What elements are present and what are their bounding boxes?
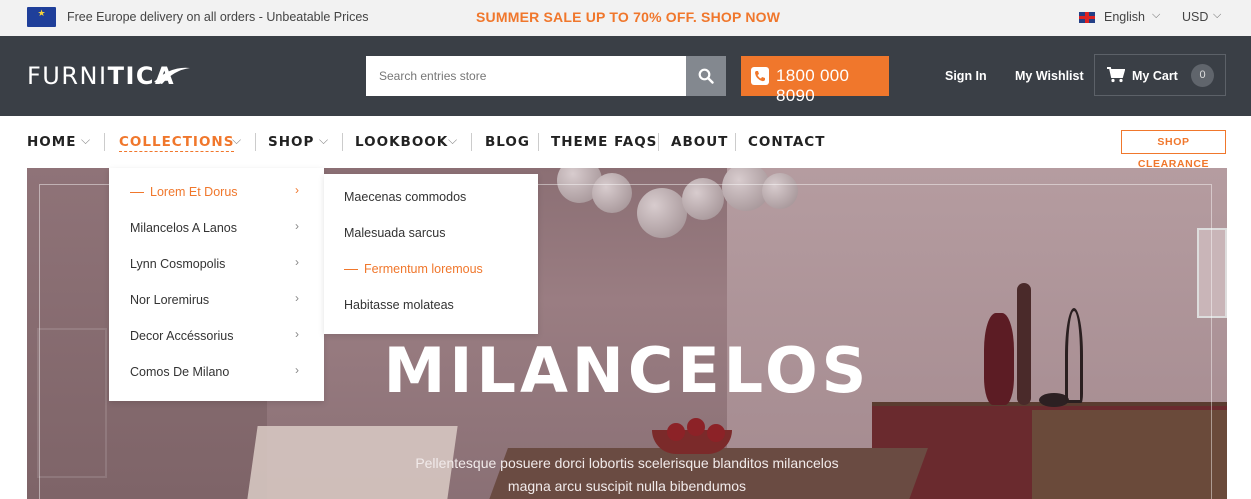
- uk-flag-icon: [1079, 12, 1095, 23]
- chevron-right-icon: ›: [295, 255, 299, 269]
- wishlist-link[interactable]: My Wishlist: [1015, 69, 1084, 83]
- submenu-item-fermentum-loremous[interactable]: Fermentum loremous: [344, 262, 483, 276]
- language-selector[interactable]: English: [1104, 10, 1145, 24]
- phone-icon: [751, 67, 769, 85]
- chevron-right-icon: ›: [295, 219, 299, 233]
- chevron-down-icon: ⌵: [448, 133, 458, 147]
- nav-divider: [471, 133, 472, 151]
- menu-item-label: Lorem Et Dorus: [150, 185, 238, 199]
- nav-item-about[interactable]: ABOUT: [671, 134, 728, 150]
- menu-item-decor-accessorius[interactable]: Decor Accéssorius: [130, 329, 234, 343]
- search-input[interactable]: [366, 56, 686, 96]
- submenu-item-habitasse-molateas[interactable]: Habitasse molateas: [344, 298, 454, 312]
- hero-subtitle-line: Pellentesque posuere dorci lobortis scel…: [415, 455, 839, 471]
- chevron-right-icon: ›: [295, 291, 299, 305]
- sign-in-link[interactable]: Sign In: [945, 69, 987, 83]
- chevron-down-icon: ⌵: [232, 133, 242, 147]
- eu-flag-icon: [27, 7, 56, 27]
- chevron-right-icon: ›: [295, 327, 299, 341]
- menu-item-lorem-et-dorus[interactable]: Lorem Et Dorus: [130, 185, 238, 199]
- nav-item-home[interactable]: HOME: [27, 134, 76, 150]
- nav-item-lookbook[interactable]: LOOKBOOK: [355, 134, 448, 150]
- chevron-down-icon: ⌵: [319, 133, 329, 147]
- nav-item-blog[interactable]: BLOG: [485, 134, 530, 150]
- cart-count-badge: 0: [1191, 64, 1214, 87]
- shop-clearance-button[interactable]: SHOP CLEARANCE: [1121, 130, 1226, 170]
- menu-item-comos-de-milano[interactable]: Comos De Milano: [130, 365, 229, 379]
- logo-text-light: FURNI: [27, 62, 108, 90]
- currency-selector[interactable]: USD: [1182, 10, 1208, 24]
- collections-dropdown: Lorem Et Dorus › Milancelos A Lanos › Ly…: [109, 168, 324, 401]
- chevron-right-icon: ›: [295, 363, 299, 377]
- promo-banner-link[interactable]: SUMMER SALE UP TO 70% OFF. SHOP NOW: [476, 9, 780, 25]
- active-dash: [344, 269, 358, 271]
- nav-divider: [104, 133, 105, 151]
- phone-button[interactable]: 1800 000 8090: [741, 56, 889, 105]
- cart-icon: [1107, 67, 1125, 83]
- hero-subtitle: Pellentesque posuere dorci lobortis scel…: [357, 452, 897, 498]
- search-icon: [698, 68, 714, 84]
- submenu-item-malesuada-sarcus[interactable]: Malesuada sarcus: [344, 226, 445, 240]
- nav-item-contact[interactable]: CONTACT: [748, 134, 825, 150]
- phone-number: 1800 000 8090: [776, 66, 850, 105]
- nav-divider: [658, 133, 659, 151]
- search-button[interactable]: [686, 56, 726, 96]
- delivery-notice: Free Europe delivery on all orders - Unb…: [67, 10, 369, 24]
- chevron-right-icon: ›: [295, 183, 299, 197]
- cart-button[interactable]: My Cart 0: [1094, 54, 1226, 96]
- chevron-down-icon: ⌵: [1152, 9, 1161, 21]
- chevron-down-icon: ⌵: [1213, 9, 1222, 21]
- logo-swoosh-icon: [154, 67, 190, 84]
- collections-submenu: Maecenas commodos Malesuada sarcus Ferme…: [324, 174, 538, 334]
- site-header: FURNITICA 1800 000 8090 Sign In My Wishl…: [0, 36, 1251, 116]
- nav-divider: [735, 133, 736, 151]
- nav-item-shop[interactable]: SHOP: [268, 134, 314, 150]
- nav-divider: [342, 133, 343, 151]
- top-bar: Free Europe delivery on all orders - Unb…: [0, 0, 1251, 36]
- nav-divider: [255, 133, 256, 151]
- cart-label: My Cart: [1132, 69, 1178, 83]
- nav-divider: [538, 133, 539, 151]
- menu-item-milancelos-a-lanos[interactable]: Milancelos A Lanos: [130, 221, 237, 235]
- submenu-item-label: Fermentum loremous: [364, 262, 483, 276]
- active-dash: [130, 192, 144, 194]
- hero-subtitle-line: magna arcu suscipit nulla bibendumos: [507, 478, 747, 494]
- menu-item-lynn-cosmopolis[interactable]: Lynn Cosmopolis: [130, 257, 225, 271]
- nav-item-collections[interactable]: COLLECTIONS: [119, 134, 235, 152]
- chevron-down-icon: ⌵: [81, 133, 91, 147]
- submenu-item-maecenas-commodos[interactable]: Maecenas commodos: [344, 190, 466, 204]
- main-nav: HOME ⌵ COLLECTIONS ⌵ SHOP ⌵ LOOKBOOK ⌵ B…: [0, 116, 1251, 170]
- nav-item-theme-faqs[interactable]: THEME FAQS: [551, 134, 657, 150]
- menu-item-nor-loremirus[interactable]: Nor Loremirus: [130, 293, 209, 307]
